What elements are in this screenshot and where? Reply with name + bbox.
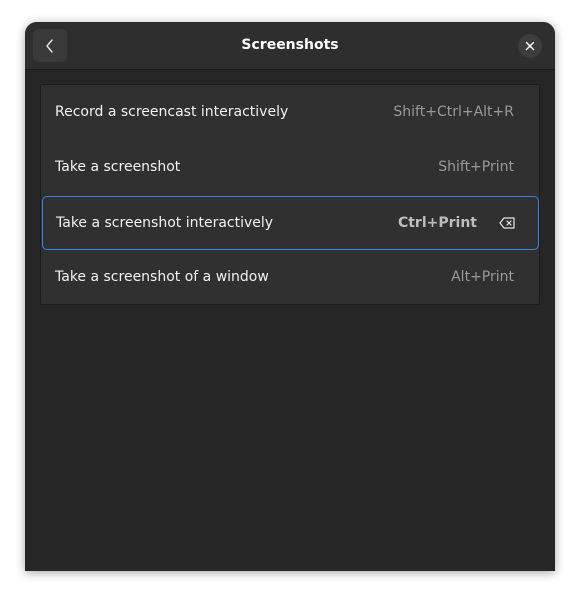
keyboard-shortcuts-dialog: Screenshots Record a screencast interact… (25, 22, 555, 571)
shortcut-label: Take a screenshot of a window (55, 269, 269, 285)
shortcut-row-record-screencast[interactable]: Record a screencast interactively Shift+… (41, 85, 539, 139)
shortcut-accelerator: Ctrl+Print (397, 215, 477, 231)
shortcut-row-screenshot-interactively[interactable]: Take a screenshot interactively Ctrl+Pri… (42, 196, 539, 250)
shortcut-label: Record a screencast interactively (55, 104, 289, 120)
close-icon (525, 41, 535, 51)
shortcut-row-take-screenshot[interactable]: Take a screenshot Shift+Print (41, 140, 539, 194)
shortcut-list: Record a screencast interactively Shift+… (40, 84, 540, 305)
backspace-clear-icon (499, 217, 515, 229)
shortcut-accelerator: Shift+Ctrl+Alt+R (393, 104, 514, 120)
back-button[interactable] (33, 29, 67, 62)
reset-shortcut-button[interactable] (496, 212, 518, 234)
close-button[interactable] (518, 34, 542, 58)
dialog-title: Screenshots (241, 37, 339, 53)
shortcut-row-screenshot-window[interactable]: Take a screenshot of a window Alt+Print (41, 250, 539, 304)
go-back-icon (46, 38, 53, 53)
shortcut-label: Take a screenshot interactively (56, 215, 274, 231)
header-bar: Screenshots (25, 22, 555, 70)
shortcut-label: Take a screenshot (55, 159, 181, 175)
shortcut-accelerator: Alt+Print (451, 269, 514, 285)
shortcut-accelerator: Shift+Print (438, 159, 514, 175)
